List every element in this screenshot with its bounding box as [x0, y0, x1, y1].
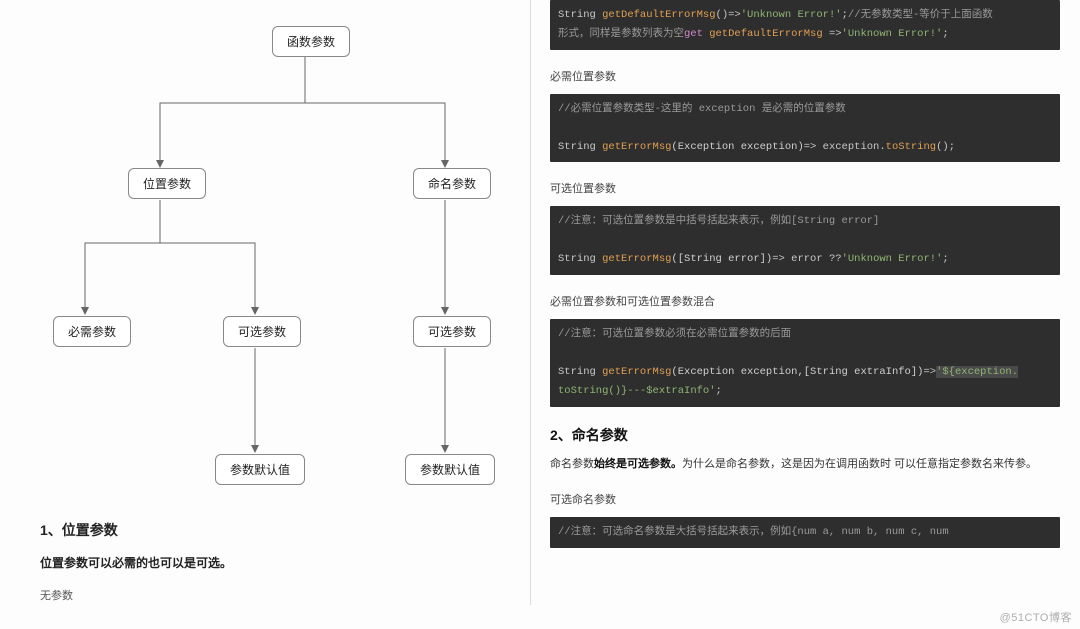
- node-named: 命名参数: [413, 168, 491, 199]
- tok-call: toString: [886, 141, 936, 153]
- tok-type: String: [558, 253, 602, 265]
- section-1-heading: 1、位置参数: [40, 520, 500, 540]
- tok-args: ([String error]): [671, 253, 772, 265]
- watermark: @51CTO博客: [1000, 609, 1072, 625]
- node-optional-2: 可选参数: [413, 316, 491, 347]
- tok-op: ;: [942, 253, 948, 265]
- para-b: 为什么是命名参数，这是因为在调用函数时 可以任意指定参数名来传参。: [682, 458, 1037, 470]
- code-block-4: //注意：可选位置参数必须在必需位置参数的后面 String getErrorM…: [550, 319, 1060, 407]
- tok-str: 'Unknown Error!': [741, 9, 842, 21]
- flowchart: 函数参数 位置参数 命名参数 必需参数 可选参数 可选参数 参数默认值 参数默认…: [40, 8, 500, 508]
- tok-comment: //注意：可选位置参数是中括号括起来表示，例如[String error]: [558, 215, 879, 227]
- code-block-1: String getDefaultErrorMsg()=>'Unknown Er…: [550, 0, 1060, 50]
- tok-args: (Exception exception,[String extraInfo]): [671, 366, 923, 378]
- tok-op: => error ??: [772, 253, 841, 265]
- node-optional-1: 可选参数: [223, 316, 301, 347]
- node-default-1: 参数默认值: [215, 454, 305, 485]
- tok-type: String: [558, 9, 602, 21]
- tok-fn: getErrorMsg: [602, 366, 671, 378]
- tok-fn: getErrorMsg: [602, 141, 671, 153]
- left-column: 函数参数 位置参数 命名参数 必需参数 可选参数 可选参数 参数默认值 参数默认…: [0, 0, 530, 629]
- tok-op: =>: [829, 28, 842, 40]
- tok-type: String: [558, 141, 602, 153]
- subhead-optional-named: 可选命名参数: [550, 491, 1060, 507]
- right-column: String getDefaultErrorMsg()=>'Unknown Er…: [530, 0, 1080, 629]
- subhead-optional-pos: 可选位置参数: [550, 180, 1060, 196]
- node-root: 函数参数: [272, 26, 350, 57]
- para-a: 命名参数: [550, 458, 594, 470]
- section-1-noargs: 无参数: [40, 587, 500, 603]
- tok-type: String: [558, 366, 602, 378]
- tok-op: ();: [936, 141, 955, 153]
- code-block-2: //必需位置参数类型-这里的 exception 是必需的位置参数 String…: [550, 94, 1060, 163]
- tok-comment: 形式，同样是参数列表为空: [558, 28, 684, 40]
- tok-fn: getErrorMsg: [602, 253, 671, 265]
- tok-str: '${exception.: [936, 366, 1018, 378]
- tok-fn: getDefaultErrorMsg: [703, 28, 829, 40]
- tok-kw: get: [684, 28, 703, 40]
- tok-str: 'Unknown Error!': [842, 253, 943, 265]
- tok-op: ;: [942, 28, 948, 40]
- tok-comment: //注意：可选位置参数必须在必需位置参数的后面: [558, 328, 791, 340]
- tok-comment: //必需位置参数类型-这里的 exception 是必需的位置参数: [558, 103, 846, 115]
- tok-comment: //无参数类型-等价于上面函数: [848, 9, 993, 21]
- tok-str: toString()}---$extraInfo': [558, 385, 716, 397]
- section-2-heading: 2、命名参数: [550, 425, 1060, 445]
- tok-fn: getDefaultErrorMsg: [602, 9, 715, 21]
- node-positional: 位置参数: [128, 168, 206, 199]
- tok-str: 'Unknown Error!': [842, 28, 943, 40]
- tok-args: (Exception exception): [671, 141, 803, 153]
- named-param-desc: 命名参数始终是可选参数。为什么是命名参数，这是因为在调用函数时 可以任意指定参数…: [550, 455, 1060, 474]
- node-required: 必需参数: [53, 316, 131, 347]
- tok-op: =>: [923, 366, 936, 378]
- node-default-2: 参数默认值: [405, 454, 495, 485]
- subhead-mixed: 必需位置参数和可选位置参数混合: [550, 293, 1060, 309]
- code-block-5: //注意：可选命名参数是大括号括起来表示，例如{num a, num b, nu…: [550, 517, 1060, 548]
- section-1-bold: 位置参数可以必需的也可以是可选。: [40, 554, 500, 571]
- tok-op: ;: [716, 385, 722, 397]
- subhead-required-pos: 必需位置参数: [550, 68, 1060, 84]
- code-block-3: //注意：可选位置参数是中括号括起来表示，例如[String error] St…: [550, 206, 1060, 275]
- tok-op: => exception.: [804, 141, 886, 153]
- flow-lines: [40, 8, 500, 508]
- tok-comment: //注意：可选命名参数是大括号括起来表示，例如{num a, num b, nu…: [558, 526, 949, 538]
- tok-op: ()=>: [716, 9, 741, 21]
- para-strong: 始终是可选参数。: [594, 458, 682, 470]
